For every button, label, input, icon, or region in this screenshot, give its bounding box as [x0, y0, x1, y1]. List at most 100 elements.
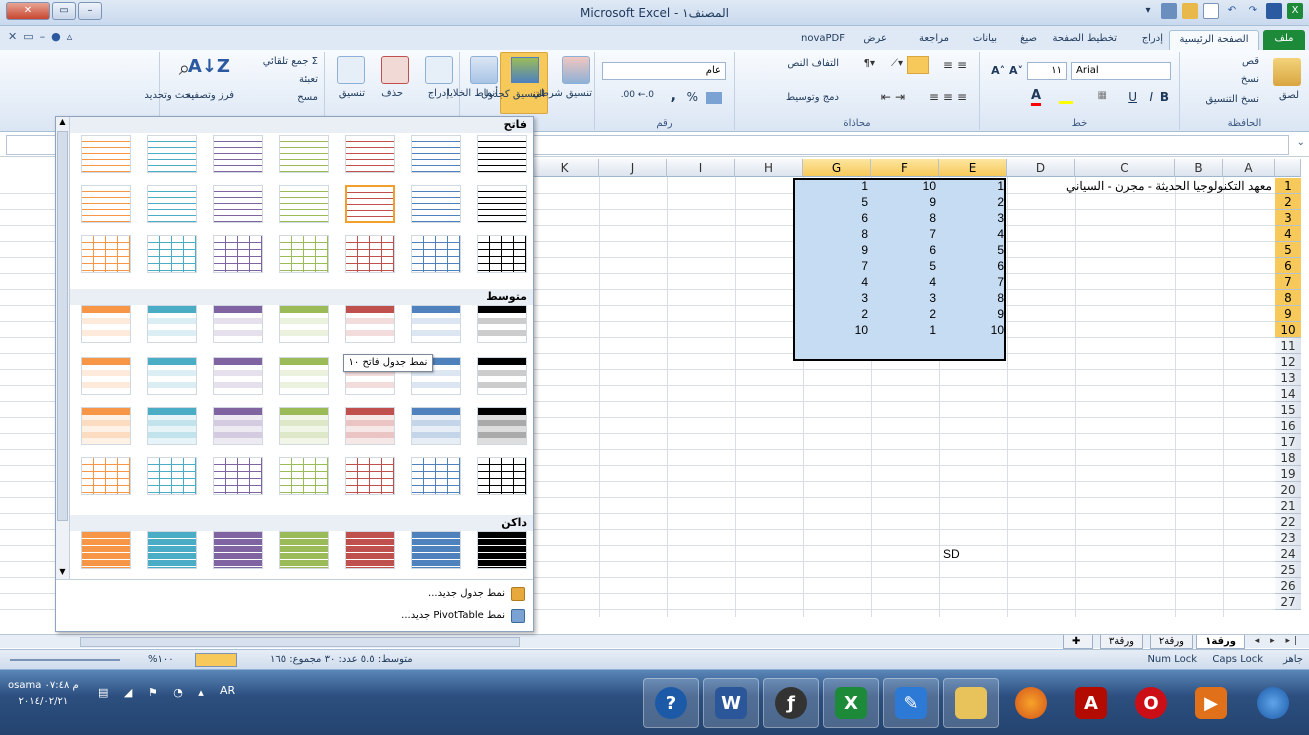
row-header-11[interactable]: 11: [1275, 338, 1301, 354]
cell-g2[interactable]: 5: [803, 194, 871, 210]
column-header-j[interactable]: J: [599, 159, 667, 177]
row-header-25[interactable]: 25: [1275, 562, 1301, 578]
row-header-9[interactable]: 9: [1275, 306, 1301, 322]
font-color-icon[interactable]: A: [1030, 88, 1041, 106]
wrap-text-button[interactable]: التفاف النص: [787, 58, 839, 69]
table-style-swatch[interactable]: [81, 185, 131, 223]
cell-e24[interactable]: SD: [939, 546, 1007, 562]
table-style-swatch[interactable]: [213, 185, 263, 223]
column-header-d[interactable]: D: [1007, 159, 1075, 177]
cell-e5[interactable]: 5: [939, 242, 1007, 258]
table-style-swatch[interactable]: [279, 135, 329, 173]
table-style-swatch[interactable]: [279, 185, 329, 223]
table-style-swatch[interactable]: [345, 235, 395, 273]
table-style-swatch[interactable]: [477, 305, 527, 343]
table-style-swatch[interactable]: [147, 357, 197, 395]
cell-e4[interactable]: 4: [939, 226, 1007, 242]
table-style-swatch[interactable]: [81, 457, 131, 495]
tab-data[interactable]: بيانات: [969, 30, 1001, 50]
horizontal-scrollbar[interactable]: [80, 637, 520, 647]
table-style-swatch[interactable]: [213, 407, 263, 445]
format-as-table-button[interactable]: التنسيق كجدول: [481, 52, 548, 114]
row-header-15[interactable]: 15: [1275, 402, 1301, 418]
cell-g3[interactable]: 6: [803, 210, 871, 226]
row-header-3[interactable]: 3: [1275, 210, 1301, 226]
cell-f9[interactable]: 2: [871, 306, 939, 322]
cell-g1[interactable]: 1: [803, 178, 871, 194]
help-icon[interactable]: ●: [51, 30, 61, 43]
fill-button[interactable]: تعبئة: [299, 74, 318, 85]
merge-center-button[interactable]: دمج وتوسيط: [786, 92, 839, 103]
row-header-5[interactable]: 5: [1275, 242, 1301, 258]
table-style-swatch[interactable]: [279, 357, 329, 395]
column-header-e[interactable]: E: [939, 159, 1007, 177]
border-icon[interactable]: ▦: [1098, 90, 1107, 101]
delete-cells-icon[interactable]: [381, 56, 409, 84]
cell-e7[interactable]: 7: [939, 274, 1007, 290]
row-header-23[interactable]: 23: [1275, 530, 1301, 546]
zoom-level[interactable]: %١٠٠: [148, 654, 174, 665]
tab-formulas[interactable]: صيغ: [1016, 30, 1041, 50]
taskbar-opera[interactable]: O: [1123, 678, 1179, 728]
cell-f8[interactable]: 3: [871, 290, 939, 306]
expand-formula-icon[interactable]: ⌄: [1297, 137, 1305, 148]
table-style-swatch[interactable]: [345, 531, 395, 569]
format-painter-button[interactable]: نسخ التنسيق: [1206, 94, 1259, 105]
tab-page-layout[interactable]: تخطيط الصفحة: [1048, 30, 1121, 50]
taskbar-flash[interactable]: ƒ: [763, 678, 819, 728]
table-style-swatch[interactable]: [147, 235, 197, 273]
table-style-swatch[interactable]: [147, 407, 197, 445]
text-direction-icon[interactable]: ¶▾: [864, 58, 875, 69]
new-icon[interactable]: [1203, 3, 1219, 19]
taskbar-excel[interactable]: X: [823, 678, 879, 728]
gallery-scrollbar[interactable]: ▲ ▼: [56, 117, 70, 579]
tab-file[interactable]: ملف: [1263, 30, 1305, 50]
table-style-swatch[interactable]: [81, 135, 131, 173]
start-button[interactable]: [1245, 678, 1301, 728]
column-header-a[interactable]: A: [1223, 159, 1275, 177]
cell-f2[interactable]: 9: [871, 194, 939, 210]
cell-g5[interactable]: 9: [803, 242, 871, 258]
row-header-18[interactable]: 18: [1275, 450, 1301, 466]
column-header-i[interactable]: I: [667, 159, 735, 177]
find-select-button[interactable]: بحث وتحديد: [144, 90, 194, 101]
sheet-tab-3[interactable]: ورقة٣: [1099, 635, 1143, 649]
column-header-k[interactable]: K: [531, 159, 599, 177]
cell-e2[interactable]: 2: [939, 194, 1007, 210]
taskbar-acrobat[interactable]: A: [1063, 678, 1119, 728]
table-style-swatch[interactable]: [213, 531, 263, 569]
table-style-swatch[interactable]: [213, 135, 263, 173]
cell-g6[interactable]: 7: [803, 258, 871, 274]
gallery-scroll-down-icon[interactable]: ▼: [57, 567, 68, 579]
row-header-8[interactable]: 8: [1275, 290, 1301, 306]
minimize-workbook-icon[interactable]: –: [40, 30, 46, 43]
row-header-16[interactable]: 16: [1275, 418, 1301, 434]
gallery-scroll-up-icon[interactable]: ▲: [57, 117, 68, 129]
row-header-12[interactable]: 12: [1275, 354, 1301, 370]
row-header-13[interactable]: 13: [1275, 370, 1301, 386]
row-header-21[interactable]: 21: [1275, 498, 1301, 514]
paste-label[interactable]: لصق: [1279, 90, 1299, 101]
table-style-swatch[interactable]: [477, 135, 527, 173]
table-style-swatch[interactable]: [279, 407, 329, 445]
tray-icons[interactable]: ▤ ◢ ⚑ ◔ ▴: [98, 686, 210, 699]
cell-f5[interactable]: 6: [871, 242, 939, 258]
italic-button[interactable]: I: [1149, 90, 1153, 104]
table-style-swatch[interactable]: [81, 407, 131, 445]
cell-f6[interactable]: 5: [871, 258, 939, 274]
table-style-swatch[interactable]: [411, 135, 461, 173]
clock[interactable]: osama م ٠٧:٤٨ ٢٠١٤/٠٢/٢١: [8, 678, 79, 710]
table-style-swatch[interactable]: [477, 185, 527, 223]
view-buttons[interactable]: [195, 653, 237, 667]
paste-icon[interactable]: [1273, 58, 1301, 86]
table-style-swatch[interactable]: [279, 457, 329, 495]
table-style-swatch[interactable]: [411, 407, 461, 445]
table-style-swatch[interactable]: [411, 235, 461, 273]
cell-g4[interactable]: 8: [803, 226, 871, 242]
open-icon[interactable]: [1182, 3, 1198, 19]
indent-icons[interactable]: ⇤⇥: [881, 90, 909, 104]
row-header-19[interactable]: 19: [1275, 466, 1301, 482]
cell-g10[interactable]: 10: [803, 322, 871, 338]
row-header-6[interactable]: 6: [1275, 258, 1301, 274]
column-header-b[interactable]: B: [1175, 159, 1223, 177]
